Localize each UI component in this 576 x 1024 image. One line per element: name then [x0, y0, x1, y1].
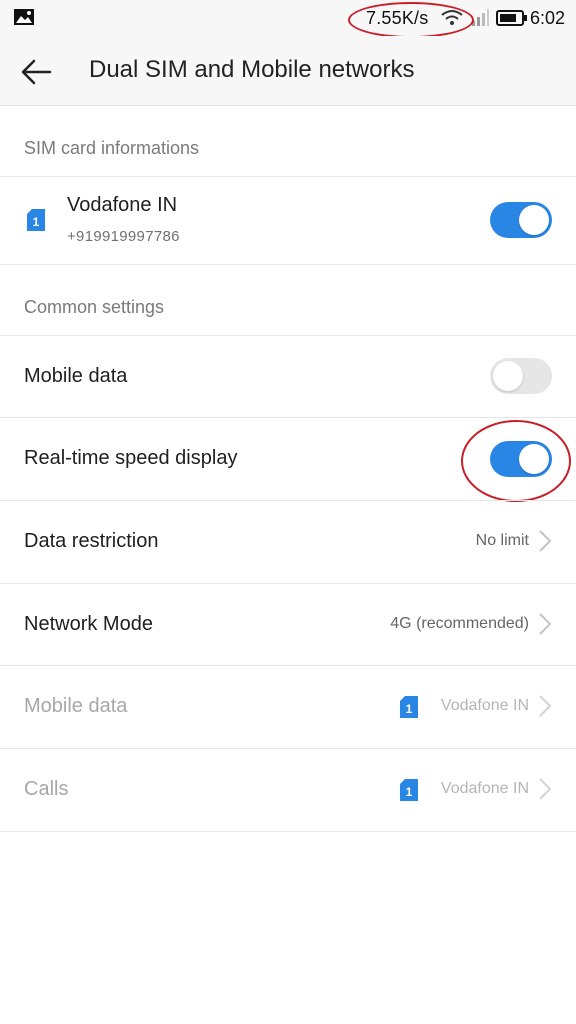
battery-icon	[496, 10, 527, 26]
chevron-right-icon	[539, 613, 552, 635]
sim-phone-number: +919919997786	[67, 228, 180, 245]
chevron-right-icon	[539, 695, 552, 717]
network-mode-value: 4G (recommended)	[390, 615, 529, 632]
calls-sim-label: Calls	[24, 778, 69, 800]
clock-text: 6:02	[530, 8, 566, 28]
app-bar: Dual SIM and Mobile networks	[0, 36, 576, 106]
svg-text:1: 1	[406, 702, 413, 716]
network-mode-row[interactable]: Network Mode 4G (recommended)	[0, 584, 576, 665]
speed-display-label: Real-time speed display	[24, 447, 238, 469]
sim-1-icon: 1	[400, 696, 418, 718]
mobile-data-row[interactable]: Mobile data	[0, 336, 576, 417]
mobile-data-sim-value: Vodafone IN	[440, 697, 529, 714]
page-title: Dual SIM and Mobile networks	[89, 56, 415, 83]
network-mode-label: Network Mode	[24, 613, 153, 635]
mobile-data-sim-label: Mobile data	[24, 695, 128, 717]
status-bar: 7.55K/s 6:02	[0, 0, 576, 36]
divider	[0, 831, 576, 832]
svg-text:1: 1	[33, 215, 40, 229]
data-restriction-value: No limit	[475, 532, 529, 549]
data-restriction-label: Data restriction	[24, 530, 159, 552]
sim-enable-toggle[interactable]	[490, 202, 552, 238]
data-restriction-row[interactable]: Data restriction No limit	[0, 501, 576, 583]
section-header-common: Common settings	[24, 297, 165, 317]
chevron-right-icon	[539, 778, 552, 800]
sim-1-icon: 1	[400, 779, 418, 801]
gallery-icon	[14, 9, 34, 25]
mobile-data-label: Mobile data	[24, 365, 128, 387]
toggle-knob	[493, 361, 523, 391]
svg-text:1: 1	[406, 785, 413, 799]
arrow-left-icon[interactable]	[16, 52, 56, 92]
calls-sim-row: Calls 1 Vodafone IN	[0, 749, 576, 831]
sim-1-icon: 1	[27, 209, 45, 231]
speed-annotation-circle	[348, 2, 474, 38]
chevron-right-icon	[539, 530, 552, 552]
mobile-data-sim-row: Mobile data 1 Vodafone IN	[0, 666, 576, 748]
calls-sim-value: Vodafone IN	[440, 780, 529, 797]
sim-carrier-name: Vodafone IN	[67, 194, 178, 216]
toggle-annotation-circle	[461, 420, 571, 502]
mobile-data-toggle[interactable]	[490, 358, 552, 394]
divider	[0, 264, 576, 265]
section-header-sim: SIM card informations	[24, 138, 200, 158]
toggle-knob	[519, 205, 549, 235]
